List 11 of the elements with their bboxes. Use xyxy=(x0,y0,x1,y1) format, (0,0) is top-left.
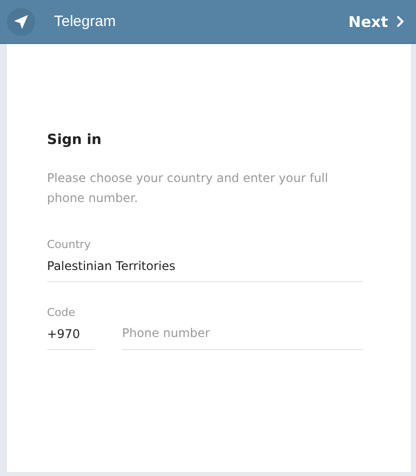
logo-icon xyxy=(7,8,35,36)
next-button[interactable]: Next xyxy=(344,8,408,34)
country-field[interactable]: Palestinian Territories xyxy=(47,259,363,282)
field-label: Country xyxy=(47,238,92,251)
chevron-icon xyxy=(396,15,404,28)
heading: Sign in xyxy=(47,132,103,148)
description: Please choose your country and enter your full phone number. xyxy=(47,170,330,207)
phone-field[interactable]: Phone number xyxy=(122,326,363,350)
field-label: Code xyxy=(47,306,76,319)
code-field[interactable]: +970 xyxy=(47,327,95,350)
app-title: Telegram xyxy=(54,13,117,30)
